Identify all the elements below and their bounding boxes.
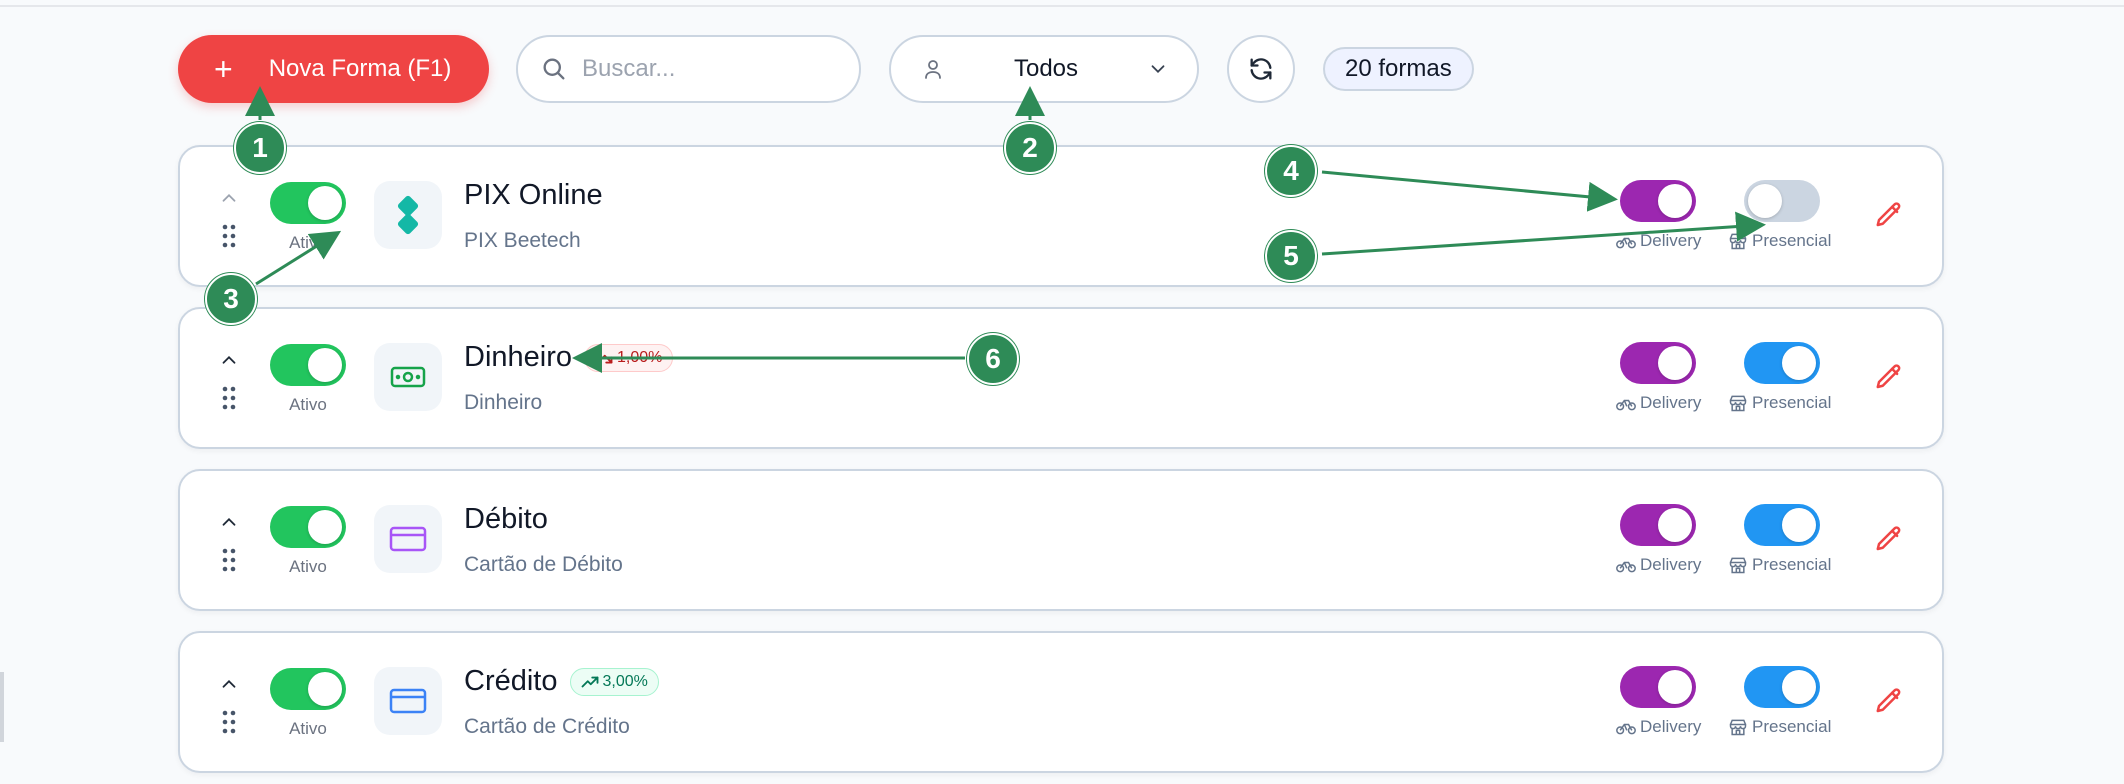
- edit-icon[interactable]: [1874, 686, 1904, 716]
- search-box[interactable]: [516, 35, 861, 103]
- delivery-toggle[interactable]: [1620, 504, 1696, 546]
- store-icon: [1729, 719, 1747, 736]
- store-icon: [1729, 233, 1747, 250]
- new-payment-method-label: Nova Forma (F1): [268, 55, 452, 82]
- edit-icon[interactable]: [1874, 524, 1904, 554]
- presencial-label: Presencial: [1728, 717, 1831, 737]
- drag-handle-icon[interactable]: [218, 223, 240, 249]
- search-input[interactable]: [582, 55, 842, 83]
- active-toggle[interactable]: [270, 506, 346, 548]
- payment-subtitle: Dinheiro: [464, 391, 543, 414]
- filter-value: Todos: [1013, 55, 1079, 82]
- annotation-marker-5: 5: [1265, 230, 1317, 282]
- trending-up-icon: [581, 676, 598, 687]
- list-item: Ativo Crédito 3,00% Cartão de Crédito De…: [178, 631, 1944, 773]
- active-toggle[interactable]: [270, 344, 346, 386]
- payment-title: Dinheiro: [464, 341, 572, 373]
- list-item: Ativo PIX Online PIX Beetech Delivery Pr…: [178, 145, 1944, 287]
- user-icon: [925, 60, 941, 79]
- bike-icon: [1616, 723, 1636, 735]
- annotation-marker-6: 6: [967, 333, 1019, 385]
- scroll-edge: [0, 672, 4, 742]
- payment-title: PIX Online: [464, 179, 603, 211]
- search-icon: [543, 58, 565, 80]
- pix-icon: [374, 181, 442, 249]
- edit-icon[interactable]: [1874, 200, 1904, 230]
- list-item: Ativo Débito Cartão de Débito Delivery P…: [178, 469, 1944, 611]
- presencial-label: Presencial: [1728, 393, 1831, 413]
- annotation-marker-4: 4: [1265, 145, 1317, 197]
- filter-select[interactable]: Todos: [889, 35, 1199, 103]
- store-icon: [1729, 395, 1747, 412]
- chevron-up-icon[interactable]: [218, 349, 240, 371]
- payment-subtitle: Cartão de Débito: [464, 553, 623, 576]
- active-toggle[interactable]: [270, 182, 346, 224]
- credit-card-icon: [374, 667, 442, 735]
- debit-card-icon: [374, 505, 442, 573]
- toolbar: + Nova Forma (F1) Todos 20 formas: [0, 0, 2124, 140]
- delivery-label: Delivery: [1616, 555, 1701, 575]
- payment-subtitle: PIX Beetech: [464, 229, 581, 252]
- list-item: Ativo Dinheiro 1,00% Dinheiro Delivery P…: [178, 307, 1944, 449]
- refresh-icon: [1250, 58, 1272, 80]
- presencial-toggle[interactable]: [1744, 666, 1820, 708]
- active-label: Ativo: [289, 233, 327, 252]
- annotation-marker-1: 1: [234, 122, 286, 174]
- presencial-label: Presencial: [1728, 555, 1831, 575]
- annotation-marker-2: 2: [1004, 122, 1056, 174]
- chevron-up-icon[interactable]: [218, 511, 240, 533]
- active-toggle[interactable]: [270, 668, 346, 710]
- bike-icon: [1616, 237, 1636, 249]
- chevron-down-icon: [1151, 65, 1165, 74]
- plus-icon: +: [214, 51, 233, 87]
- edit-icon[interactable]: [1874, 362, 1904, 392]
- refresh-button[interactable]: [1227, 35, 1295, 103]
- delivery-toggle[interactable]: [1620, 180, 1696, 222]
- bike-icon: [1616, 561, 1636, 573]
- store-icon: [1729, 557, 1747, 574]
- payment-subtitle: Cartão de Crédito: [464, 715, 630, 738]
- payment-title: Débito: [464, 503, 548, 535]
- annotation-marker-3: 3: [205, 273, 257, 325]
- drag-handle-icon[interactable]: [218, 547, 240, 573]
- chevron-up-icon[interactable]: [218, 673, 240, 695]
- active-label: Ativo: [289, 557, 327, 576]
- delivery-label: Delivery: [1616, 717, 1701, 737]
- fee-badge: 3,00%: [569, 667, 659, 696]
- drag-handle-icon[interactable]: [218, 385, 240, 411]
- delivery-toggle[interactable]: [1620, 342, 1696, 384]
- presencial-toggle[interactable]: [1744, 342, 1820, 384]
- drag-handle-icon[interactable]: [218, 709, 240, 735]
- count-badge: 20 formas: [1323, 47, 1474, 91]
- bike-icon: [1616, 399, 1636, 411]
- fee-badge: 1,00%: [584, 343, 674, 372]
- presencial-toggle[interactable]: [1744, 180, 1820, 222]
- new-payment-method-button[interactable]: + Nova Forma (F1): [178, 35, 489, 103]
- active-label: Ativo: [289, 395, 327, 414]
- chevron-up-icon[interactable]: [218, 187, 240, 209]
- active-label: Ativo: [289, 719, 327, 738]
- delivery-label: Delivery: [1616, 393, 1701, 413]
- cash-icon: [374, 343, 442, 411]
- delivery-toggle[interactable]: [1620, 666, 1696, 708]
- presencial-toggle[interactable]: [1744, 504, 1820, 546]
- trending-down-icon: [595, 352, 613, 363]
- presencial-label: Presencial: [1728, 231, 1831, 251]
- delivery-label: Delivery: [1616, 231, 1701, 251]
- payment-title: Crédito: [464, 665, 558, 697]
